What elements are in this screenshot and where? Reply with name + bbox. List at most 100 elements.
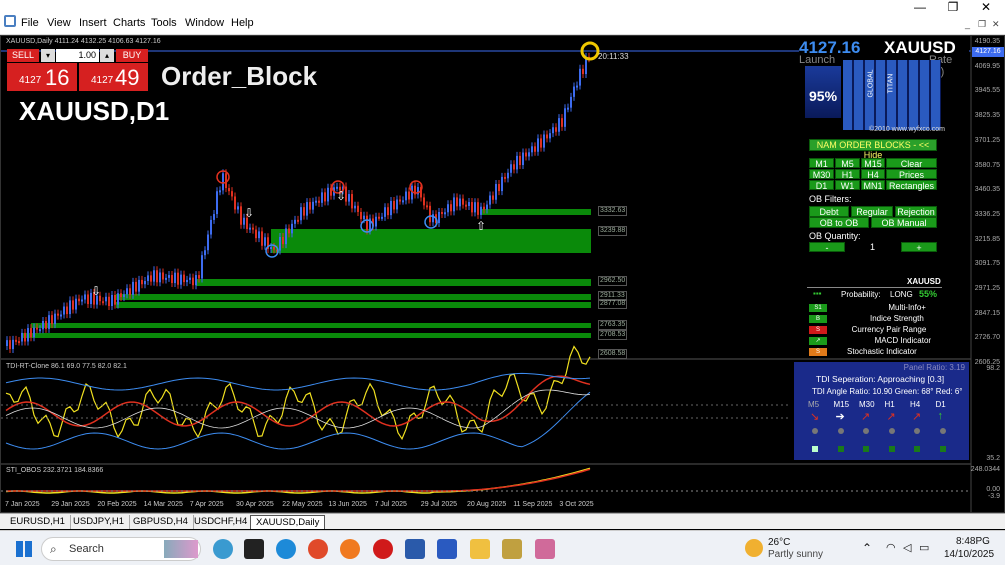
ob-hide-button[interactable]: NAM ORDER BLOCKS - << Hide [809,139,937,160]
price-tick: 3215.85 [974,235,1000,243]
app-icon [4,15,16,27]
menu-view[interactable]: View [47,17,71,29]
tf-button-clear[interactable]: Clear [886,158,937,169]
filter-ob-to-ob-button[interactable]: OB to OB [809,217,869,228]
lot-up-icon[interactable]: ▴ [100,49,114,62]
filter-debt-button[interactable]: Debt [809,206,849,217]
buy-button[interactable]: BUY [116,49,148,62]
ask-price-box[interactable]: 4127 49 [79,63,148,91]
close-button[interactable]: ✕ [976,0,996,14]
tdi-square-icon [939,446,946,452]
app-icon-2[interactable] [502,539,522,559]
tdi-dot-icon [888,428,895,434]
tf-button-m1[interactable]: M1 [809,158,834,169]
app-icon-3[interactable] [535,539,555,559]
indicator-title: Order_Block [161,61,318,91]
sti-tick-top: 248.0344 [970,466,1000,473]
info-divider [807,287,942,288]
info-row-label: Stochastic Indicator [847,347,917,356]
tf-button-m15[interactable]: M15 [861,158,885,169]
ob-level-label: 2708.53 [598,330,628,340]
sell-button[interactable]: SELL [7,49,39,62]
search-icon: ⌕ [50,542,57,556]
weather-icon[interactable] [745,539,763,557]
tdi-arrow-icon: ↗ [912,411,922,423]
date-tick: 11 Sep 2025 [513,501,553,508]
bid-prefix: 4127 [19,75,42,86]
chevron-up-icon[interactable]: ⌃ [862,541,872,555]
filter-ob-manual-button[interactable]: OB Manual [871,217,937,228]
tdi-tf-label: D1 [935,400,946,409]
file-explorer-icon[interactable] [470,539,490,559]
filter-regular-button[interactable]: Regular [851,206,893,217]
opera-icon[interactable] [373,539,393,559]
date-tick: 13 Jun 2025 [328,501,367,508]
ob-level-label: 3239.88 [598,226,628,236]
qty-plus-button[interactable]: + [901,242,937,253]
tab-gbpusd[interactable]: GBPUSD,H4 [128,515,194,529]
tf-button-h4[interactable]: H4 [861,169,885,180]
date-tick: 22 May 2025 [282,501,323,508]
date-tick: 20 Feb 2025 [97,501,137,508]
chrome-icon[interactable] [308,539,328,559]
tf-button-mn1[interactable]: MN1 [861,180,885,191]
tf-button-prices[interactable]: Prices [886,169,937,180]
tab-usdchf[interactable]: USDCHF,H4 [189,515,254,529]
tf-button-m30[interactable]: M30 [809,169,834,180]
app-hfm-icon[interactable] [244,539,264,559]
tf-button-rectangles[interactable]: Rectangles [886,180,937,191]
chart-tabs: EURUSD,H1 USDJPY,H1 GBPUSD,H4 USDCHF,H4 … [0,513,1005,529]
battery-icon[interactable]: ▭ [919,541,929,554]
lot-size-input[interactable]: 1.00 [56,49,99,62]
menu-bar: File View Insert Charts Tools Window Hel… [0,0,1005,35]
tab-usdjpy[interactable]: USDJPY,H1 [68,515,131,529]
qty-minus-button[interactable]: - [809,242,845,253]
tf-button-h1[interactable]: H1 [835,169,860,180]
tdi-label: TDI-RT-Clone 86.1 69.0 77.5 82.0 82.1 [6,363,127,370]
tab-eurusd[interactable]: EURUSD,H1 [5,515,71,529]
word-icon[interactable] [437,539,457,559]
tdi-arrow-icon: ↗ [861,411,871,423]
chart-close-button[interactable]: ✕ [992,19,1000,30]
tdi-arrow-icon: ↑ [937,410,944,422]
lot-dropdown-icon[interactable]: ▾ [41,49,55,62]
ob-level-label: 2877.08 [598,299,628,309]
price-tick: 2726.70 [974,334,1000,342]
tf-button-w1[interactable]: W1 [835,180,860,191]
tdi-angle: TDI Angle Ratio: 10.90 Green: 68° Red: 6… [812,387,963,396]
order-block-rect [481,209,591,215]
menu-file[interactable]: File [21,17,39,29]
tdi-square-icon [914,446,920,452]
widgets-icon[interactable] [213,539,233,559]
maximize-button[interactable]: ❐ [943,0,963,14]
current-price-label: 4127.16 [972,47,1004,57]
firefox-icon[interactable] [340,539,360,559]
arrow-down-marker: ⇩ [91,284,101,298]
tdi-dot-icon [837,428,844,434]
volume-icon[interactable]: ◁ [903,541,911,554]
tf-button-d1[interactable]: D1 [809,180,834,191]
tdi-tf-label: H1 [884,400,895,409]
chart-area[interactable]: ⇩ ⇩ ⇩ ⇧ XAUUSD,Daily 4111.24 4132.25 410… [0,35,1005,513]
wifi-icon[interactable]: ◠ [886,541,896,554]
menu-tools[interactable]: Tools [151,17,177,29]
filter-rejection-button[interactable]: Rejection [895,206,937,217]
tdi-tick-top: 98.2 [986,365,1000,372]
chart-restore-button[interactable]: ❐ [978,19,986,30]
minimize-button[interactable]: — [910,0,930,14]
info-badge: S [809,348,827,356]
date-tick: 29 Jul 2025 [420,501,457,508]
edge-icon[interactable] [276,539,296,559]
menu-charts[interactable]: Charts [113,17,145,29]
tf-button-m5[interactable]: M5 [835,158,860,169]
menu-window[interactable]: Window [185,17,224,29]
wyfx-percent: 95% [809,88,838,104]
tab-xauusd[interactable]: XAUUSD,Daily [250,515,326,529]
menu-help[interactable]: Help [231,17,254,29]
mt4-icon[interactable] [405,539,425,559]
search-box[interactable]: ⌕ Search [41,537,201,561]
chart-minimize-button[interactable]: _ [965,19,970,29]
windows-start-icon[interactable] [16,541,32,557]
bid-price-box[interactable]: 4127 16 [7,63,77,91]
menu-insert[interactable]: Insert [79,17,107,29]
